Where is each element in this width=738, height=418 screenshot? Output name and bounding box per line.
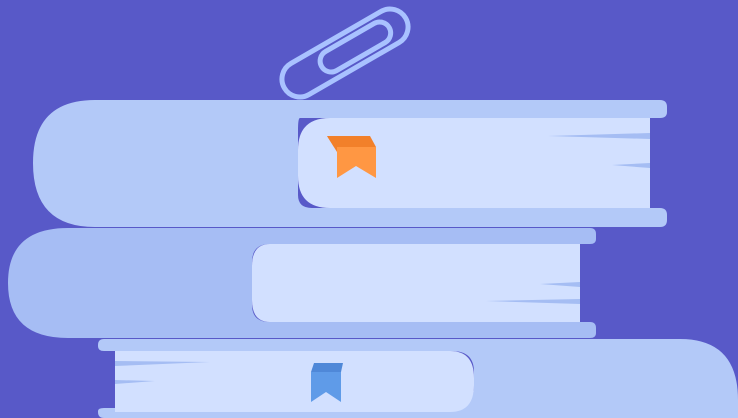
book-middle	[8, 228, 596, 338]
books-illustration	[0, 0, 738, 418]
book-bottom-pages	[115, 351, 474, 412]
book-top	[33, 100, 667, 227]
book-bottom	[98, 339, 738, 418]
illustration-canvas	[0, 0, 738, 418]
book-middle-pages	[252, 244, 580, 322]
